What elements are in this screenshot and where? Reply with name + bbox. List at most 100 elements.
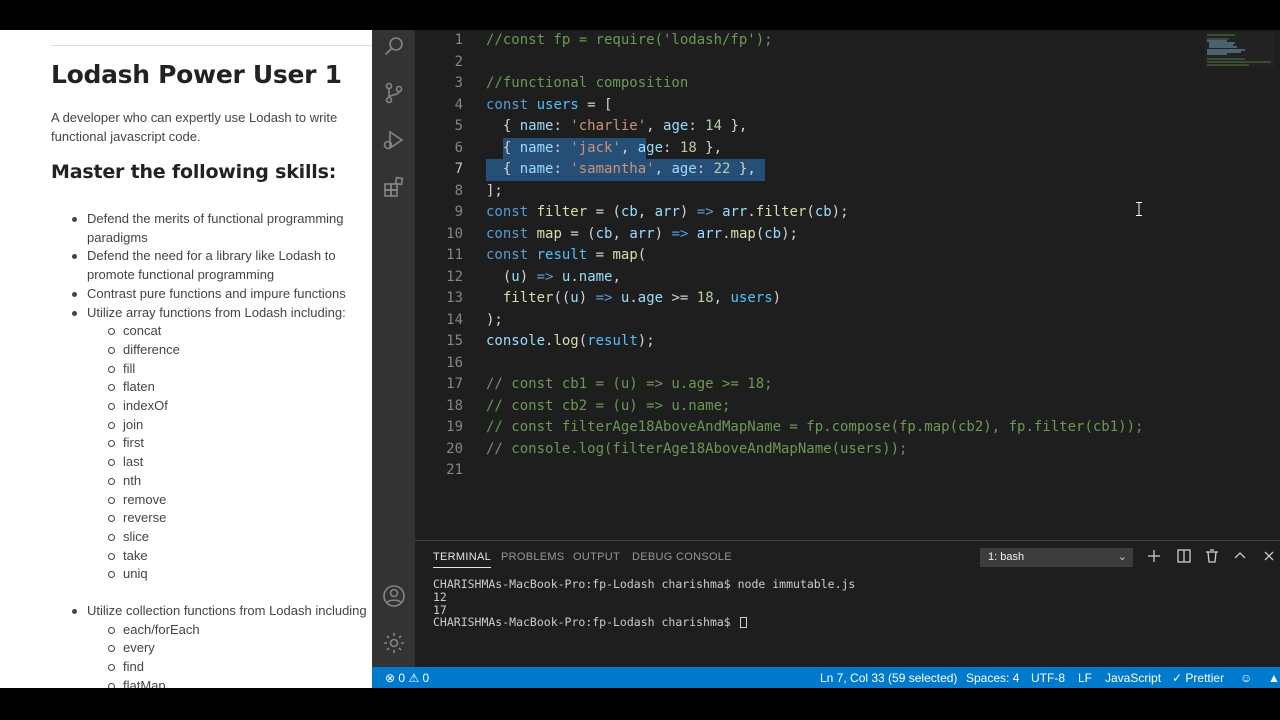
code-line[interactable]: 10 const map = (cb, arr) => arr.map(cb); [415, 224, 1280, 246]
new-terminal-icon[interactable] [1145, 547, 1163, 565]
code-line[interactable]: 15 console.log(result); [415, 331, 1280, 353]
extensions-icon[interactable] [382, 175, 406, 199]
terminal-prompt: CHARISHMAs-MacBook-Pro:fp-Lodash charish… [433, 615, 738, 629]
code-text: const users = [ [486, 95, 612, 117]
code-line[interactable]: 6 { name: 'jack', age: 18 }, [415, 137, 1280, 159]
code-line[interactable]: 17 // const cb1 = (u) => u.age >= 18; [415, 374, 1280, 396]
source-control-icon[interactable] [382, 81, 406, 105]
code-token: ); [831, 204, 849, 220]
split-terminal-icon[interactable] [1175, 547, 1193, 565]
divider [51, 45, 372, 46]
code-token: = ( [587, 204, 621, 220]
code-token: . [747, 204, 756, 220]
mouse-cursor-icon [1136, 202, 1142, 216]
code-token: age [637, 139, 664, 156]
account-icon[interactable] [382, 584, 406, 608]
code-token: . [722, 225, 731, 242]
trash-icon[interactable] [1203, 547, 1221, 565]
code-token: cb [620, 204, 638, 220]
code-token: { [486, 118, 520, 134]
code-line[interactable]: 18 // const cb2 = (u) => u.name; [415, 396, 1280, 418]
code-token: const [486, 96, 529, 113]
bell-icon[interactable]: ▲ [1268, 671, 1280, 685]
code-line[interactable]: 21 [415, 460, 1280, 482]
code-token: 'jack' [570, 139, 621, 156]
skill-item: Utilize collection functions from Lodash… [72, 602, 372, 621]
code-token: ( [806, 204, 815, 220]
eol-status[interactable]: LF [1078, 671, 1092, 685]
code-token: ( [637, 247, 647, 263]
page-description: A developer who can expertly use Lodash … [51, 110, 338, 144]
code-token: filter [502, 290, 554, 306]
code-token: , [620, 139, 638, 156]
code-token: ]; [486, 182, 503, 199]
maximize-panel-icon[interactable] [1231, 547, 1249, 565]
code-token: : [696, 161, 714, 177]
skill-item-continuation: paradigms [87, 229, 148, 245]
code-editor[interactable]: 1 //const fp = require('lodash/fp'); 2 3 //f… [415, 30, 1280, 540]
minimap[interactable] [1205, 32, 1275, 68]
terminal-shell-select[interactable]: 1: bash ⌄ [980, 548, 1133, 567]
code-line[interactable]: 9 const filter = (cb, arr) => arr.filter(… [415, 202, 1280, 224]
run-debug-icon[interactable] [382, 128, 406, 152]
terminal-shell-label: 1: bash [988, 551, 1025, 563]
code-token: cb [595, 225, 613, 242]
array-function-item: last [107, 453, 143, 472]
prettier-status[interactable]: ✓ Prettier [1172, 671, 1224, 685]
code-line[interactable]: 5 { name: 'charlie', age: 14 }, [415, 116, 1280, 138]
line-number: 20 [446, 440, 463, 457]
code-line[interactable]: 20 // console.log(filterAge18AboveAndMapN… [415, 439, 1280, 461]
problems-status[interactable]: ⊗ 0 ⚠ 0 [385, 671, 429, 685]
feedback-icon[interactable]: ☺ [1240, 671, 1252, 685]
code-line[interactable]: 2 [415, 52, 1280, 74]
code-line[interactable]: 16 [415, 353, 1280, 375]
search-icon[interactable] [382, 34, 406, 58]
warning-count: 0 [422, 671, 430, 685]
line-number: 8 [454, 182, 463, 199]
error-icon: ⊗ [385, 671, 396, 685]
code-token: 18 [696, 290, 714, 306]
language-mode[interactable]: JavaScript [1105, 671, 1161, 685]
code-token: users [730, 290, 773, 306]
code-line[interactable]: 1 //const fp = require('lodash/fp'); [415, 30, 1280, 52]
code-token: users [536, 96, 579, 113]
code-token: 22 [713, 161, 731, 177]
terminal-prompt-line[interactable]: CHARISHMAs-MacBook-Pro:fp-Lodash charish… [433, 616, 747, 629]
code-token: //functional composition [486, 75, 689, 91]
indentation-status[interactable]: Spaces: 4 [966, 671, 1019, 685]
code-token: = ( [561, 225, 596, 242]
tab-terminal[interactable]: TERMINAL [433, 551, 492, 568]
code-line[interactable]: 12 (u) => u.name, [415, 267, 1280, 289]
code-line[interactable]: 4 const users = [ [415, 95, 1280, 117]
code-line[interactable]: 8]; [415, 181, 1280, 203]
array-function-item: concat [107, 322, 161, 341]
code-line[interactable]: 14); [415, 310, 1280, 332]
code-line[interactable]: 7 { name: 'samantha', age: 22 }, [415, 159, 1280, 181]
error-count: 0 [398, 671, 406, 685]
close-icon[interactable] [1260, 547, 1278, 565]
code-token: : [553, 161, 571, 177]
code-line[interactable]: 19 // const filterAge18AboveAndMapName = … [415, 417, 1280, 439]
tab-problems[interactable]: PROBLEMS [501, 551, 565, 563]
cursor-position[interactable]: Ln 7, Col 33 (59 selected) [820, 671, 957, 685]
line-number: 19 [446, 419, 463, 435]
line-number: 2 [454, 53, 463, 70]
code-token: , [612, 268, 621, 285]
code-line[interactable]: 11 const result = map( [415, 245, 1280, 267]
tab-debug-console[interactable]: DEBUG CONSOLE [632, 551, 732, 563]
code-token: ( [578, 333, 588, 349]
code-token: ); [781, 225, 798, 242]
tab-output[interactable]: OUTPUT [573, 551, 620, 563]
code-text: //const fp = require('lodash/fp'); [486, 30, 773, 52]
code-line[interactable]: 13 filter((u) => u.age >= 18, users) [415, 288, 1280, 310]
code-line[interactable]: 3 //functional composition [415, 73, 1280, 95]
array-function-item: reverse [107, 509, 166, 528]
code-token: name [519, 161, 554, 177]
settings-gear-icon[interactable] [382, 631, 406, 655]
code-token: , [713, 290, 731, 306]
code-token: // const cb1 = (u) => u.age >= 18; [486, 376, 773, 392]
code-token: ) [679, 204, 697, 220]
encoding-status[interactable]: UTF-8 [1031, 671, 1065, 685]
